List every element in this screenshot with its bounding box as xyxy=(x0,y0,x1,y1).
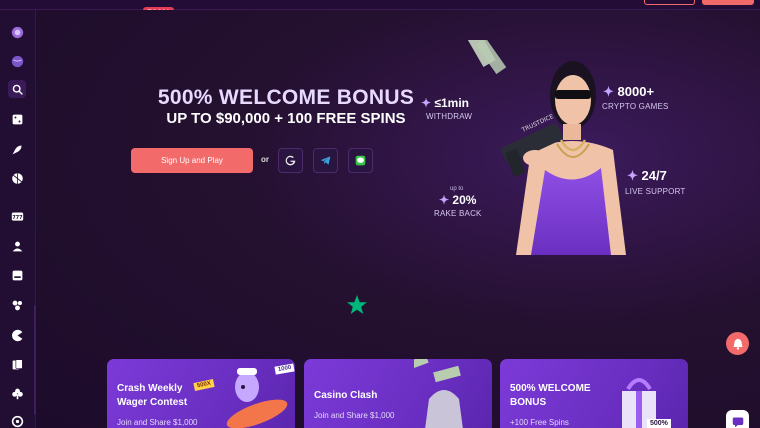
promo-title: 500% WELCOME BONUS xyxy=(510,382,591,410)
promo-title-line: BONUS xyxy=(510,397,547,408)
trustpilot-rating[interactable] xyxy=(345,293,371,317)
pacman-icon[interactable] xyxy=(8,326,26,344)
sidebar: 777 xyxy=(0,0,36,428)
notification-button[interactable] xyxy=(726,332,749,355)
google-icon xyxy=(285,155,296,166)
club-icon[interactable] xyxy=(8,384,26,402)
login-button[interactable] xyxy=(644,0,695,5)
line-login-button[interactable] xyxy=(348,148,373,173)
promo-card-welcome-bonus[interactable]: 500% WELCOME BONUS +100 Free Spins 500% xyxy=(500,359,688,428)
promo-subtitle: +100 Free Spins xyxy=(510,418,569,427)
bonus-tag: 500% xyxy=(647,419,671,428)
slots-777-icon[interactable]: 777 xyxy=(8,207,26,225)
telegram-login-button[interactable] xyxy=(313,148,338,173)
telegram-icon xyxy=(320,156,331,165)
line-icon xyxy=(355,155,366,166)
rocket-mascot-illustration xyxy=(226,368,288,428)
support-value: 24/7 xyxy=(641,168,667,183)
poker-chips-icon[interactable] xyxy=(8,296,26,314)
search-icon[interactable] xyxy=(8,80,26,98)
cards-icon[interactable] xyxy=(8,355,26,373)
hero-title: 500% WELCOME BONUS xyxy=(157,86,415,109)
or-label: or xyxy=(261,155,269,164)
money-bag-illustration xyxy=(414,359,463,428)
chat-icon xyxy=(732,417,743,427)
sports-ball-icon[interactable] xyxy=(8,52,26,70)
svg-text:777: 777 xyxy=(12,214,22,220)
multiplier-tag: 500X xyxy=(193,379,215,391)
register-button[interactable] xyxy=(702,0,754,5)
sparkle-icon: ✦ xyxy=(439,193,450,207)
promo-title-line: Wager Contest xyxy=(117,397,188,408)
promo-subtitle: Join and Share $1,000 xyxy=(314,411,395,420)
hero-woman-illustration: TRUSTDICE xyxy=(464,40,626,255)
bell-icon xyxy=(733,338,742,350)
promo-card-crash-contest[interactable]: Crash Weekly Wager Contest Join and Shar… xyxy=(107,359,295,428)
trustpilot-star-icon xyxy=(347,295,367,314)
promo-title-line: 500% WELCOME xyxy=(510,383,591,394)
promo-title: Casino Clash xyxy=(314,390,378,401)
dice-icon[interactable] xyxy=(8,110,26,128)
main-content: 500% WELCOME BONUS UP TO $90,000 + 100 F… xyxy=(36,10,760,428)
promo-title-line: Crash Weekly xyxy=(117,383,183,394)
promo-card-casino-clash[interactable]: Casino Clash Join and Share $1,000 xyxy=(304,359,492,428)
sparkle-icon: ✦ xyxy=(421,96,432,110)
rocket-icon[interactable] xyxy=(8,140,26,158)
chat-button[interactable] xyxy=(726,410,749,428)
settings-icon[interactable] xyxy=(8,412,26,428)
gift-box-illustration xyxy=(622,378,656,428)
casino-chip-icon[interactable] xyxy=(8,23,26,41)
hero-subtitle: UP TO $90,000 + 100 FREE SPINS xyxy=(166,110,406,127)
signup-button[interactable]: Sign Up and Play xyxy=(131,148,253,173)
promo-subtitle: Join and Share $1,000 xyxy=(117,418,198,427)
promo-title: Crash Weekly Wager Contest xyxy=(117,382,187,410)
inbox-icon[interactable] xyxy=(8,266,26,284)
live-dealer-icon[interactable] xyxy=(8,237,26,255)
basketball-icon[interactable] xyxy=(8,169,26,187)
google-login-button[interactable] xyxy=(278,148,303,173)
